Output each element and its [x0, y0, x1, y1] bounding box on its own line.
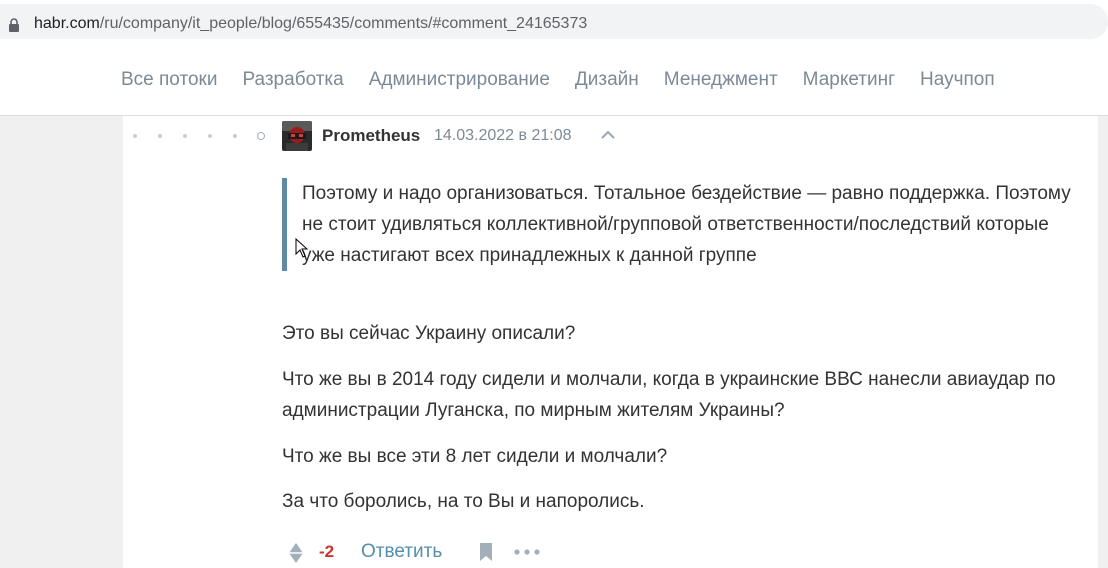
- comment-score: -2: [319, 542, 335, 561]
- comment-footer: -2 Ответить: [282, 538, 582, 566]
- nav-item-design[interactable]: Дизайн: [575, 69, 639, 91]
- comment-paragraph: Что же вы в 2014 году сидели и молчали, …: [282, 369, 1056, 421]
- url-path: /ru/company/it_people/blog/655435/commen…: [99, 15, 588, 32]
- avatar[interactable]: [282, 121, 312, 151]
- reply-button[interactable]: Ответить: [361, 541, 442, 563]
- url-text[interactable]: habr.com/ru/company/it_people/blog/65543…: [34, 15, 587, 33]
- url-host: habr.com: [34, 15, 100, 32]
- vote-diamond-icon[interactable]: [288, 542, 304, 564]
- chevron-up-icon[interactable]: [599, 129, 617, 141]
- thread-dot: [208, 134, 212, 138]
- browser-address-bar: habr.com/ru/company/it_people/blog/65543…: [0, 0, 1108, 44]
- nav-item-administration[interactable]: Администрирование: [369, 69, 550, 91]
- thread-dot: [183, 134, 187, 138]
- url-field[interactable]: habr.com/ru/company/it_people/blog/65543…: [0, 4, 1108, 39]
- mouse-cursor-icon: [295, 238, 309, 258]
- nav-item-development[interactable]: Разработка: [242, 69, 343, 91]
- comment-author[interactable]: Prometheus: [322, 126, 420, 146]
- comment-paragraph: Что же вы все эти 8 лет сидели и молчали…: [282, 446, 668, 467]
- bookmark-icon[interactable]: [479, 542, 493, 562]
- nav-item-management[interactable]: Менеджмент: [664, 69, 778, 91]
- thread-dot: [133, 134, 137, 138]
- nav-item-all-flows[interactable]: Все потоки: [121, 69, 217, 91]
- comment-paragraph: За что боролись, на то Вы и напоролись.: [282, 491, 645, 512]
- more-dots-icon[interactable]: [514, 549, 540, 555]
- comment-quote: Поэтому и надо организоваться. Тотальное…: [282, 178, 1077, 271]
- thread-dot-current: [257, 132, 265, 140]
- nav-item-popular-science[interactable]: Научпоп: [920, 69, 995, 91]
- comment-date[interactable]: 14.03.2022 в 21:08: [434, 127, 572, 145]
- lock-icon: [9, 18, 19, 32]
- nav-item-marketing[interactable]: Маркетинг: [803, 69, 895, 91]
- thread-dot: [158, 134, 162, 138]
- top-navigation: Все потоки Разработка Администрирование …: [0, 44, 1108, 116]
- thread-dot: [233, 134, 237, 138]
- comment-paragraph: Это вы сейчас Украину описали?: [282, 323, 576, 344]
